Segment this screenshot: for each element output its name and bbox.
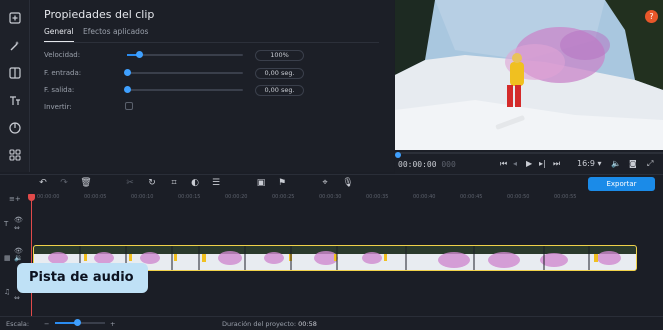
preview-scrubber[interactable]	[395, 152, 663, 158]
import-icon[interactable]	[5, 8, 25, 28]
filters-icon[interactable]	[5, 118, 25, 138]
add-track-icon[interactable]: ≡+	[9, 195, 21, 203]
speaker-icon[interactable]: 🔈	[611, 159, 621, 168]
speed-slider[interactable]	[127, 51, 243, 58]
aspect-ratio-select[interactable]: 16:9 ▾	[577, 159, 602, 168]
preview-frame-image	[395, 0, 663, 150]
eye-icon[interactable]: 👁	[14, 216, 23, 224]
audio-link-icon[interactable]: ⇔	[14, 294, 20, 302]
cut-icon[interactable]: ✂	[124, 178, 136, 188]
ruler-tick: 00:00:20	[225, 194, 248, 200]
video-editor-window: Propiedades del clip General Efectos apl…	[0, 0, 663, 330]
volume-icon[interactable]: ◂	[513, 159, 517, 168]
redo-icon[interactable]: ↷	[58, 178, 70, 188]
zoom-slider[interactable]	[55, 319, 105, 326]
ruler-tick: 00:00:35	[366, 194, 389, 200]
zoom-in-icon[interactable]: +	[110, 320, 115, 328]
ruler-tick: 00:00:25	[272, 194, 295, 200]
magic-wand-icon[interactable]	[5, 36, 25, 56]
timeline-ruler[interactable]: 00:00:00 00:00:05 00:00:10 00:00:15 00:0…	[31, 194, 663, 204]
audio-track-tooltip: Pista de audio	[17, 263, 148, 293]
ruler-tick: 00:00:10	[131, 194, 154, 200]
scale-label: Escala:	[6, 320, 30, 328]
video-preview: ?	[395, 0, 663, 150]
invert-label: Invertir:	[44, 103, 72, 111]
video-track-icon: ▦	[4, 254, 11, 262]
timeline-toolbar: ↶ ↷ 🗑 ✂ ↻ ⌗ ◐ ☰ ▣ ⚑ ⌖ 🎙	[0, 174, 663, 192]
text-track-icon: T	[4, 220, 9, 228]
marker-flag-icon[interactable]: ⚑	[276, 178, 288, 188]
fade-in-label: F. entrada:	[44, 69, 82, 77]
skip-forward-icon[interactable]: ⏭	[553, 159, 560, 169]
rotate-icon[interactable]: ↻	[146, 178, 158, 188]
fullscreen-icon[interactable]: ⤢	[647, 159, 653, 169]
titles-icon[interactable]	[5, 91, 25, 111]
fade-in-value[interactable]: 0,00 seg.	[255, 68, 304, 79]
fade-out-slider-handle[interactable]	[124, 86, 131, 93]
ruler-tick: 00:00:15	[178, 194, 201, 200]
clip-properties-panel: Propiedades del clip General Efectos apl…	[31, 0, 394, 172]
speed-label: Velocidad:	[44, 51, 81, 59]
playhead-line	[31, 194, 32, 316]
play-icon[interactable]: ▶	[526, 159, 532, 168]
export-button[interactable]: Exportar	[588, 177, 655, 191]
playhead-handle[interactable]	[28, 194, 35, 201]
chevron-down-icon: ▾	[597, 159, 602, 168]
zoom-slider-handle[interactable]	[74, 319, 81, 326]
camera-icon[interactable]: ◙	[629, 159, 637, 168]
zoom-out-icon[interactable]: −	[44, 320, 49, 328]
crop-icon[interactable]: ⌗	[168, 178, 180, 188]
ruler-tick: 00:00:30	[319, 194, 342, 200]
more-tools-icon[interactable]	[5, 145, 25, 165]
help-button[interactable]: ?	[645, 10, 658, 23]
speed-value[interactable]: 100%	[255, 50, 304, 61]
properties-tabs: General Efectos aplicados	[44, 27, 379, 43]
overlay-icon[interactable]: ▣	[255, 178, 267, 188]
ruler-tick: 00:00:45	[460, 194, 483, 200]
bottom-bar: Escala: − + Duración del proyecto: 00:58	[0, 316, 663, 330]
ruler-tick: 00:00:05	[84, 194, 107, 200]
timecode: 00:00:00 000	[398, 160, 456, 169]
location-pin-icon[interactable]: ⌖	[319, 178, 331, 188]
ruler-tick: 00:00:00	[37, 194, 60, 200]
preview-scrubber-handle[interactable]	[395, 152, 401, 158]
delete-icon[interactable]: 🗑	[80, 178, 92, 188]
fade-out-label: F. salida:	[44, 86, 75, 94]
clip-properties-icon[interactable]: ☰	[210, 178, 222, 188]
music-note-icon: ♫	[4, 288, 11, 296]
track-gutter: ≡+ T 👁 ⇔ 👁 ▦ 🔉 ♫ ⇔	[0, 192, 31, 316]
fade-in-slider[interactable]	[124, 69, 243, 76]
skip-back-icon[interactable]: ⏮	[500, 159, 507, 169]
player-controls: 00:00:00 000 ⏮ ◂ ▶ ▸| ⏭ 16:9 ▾ 🔈 ◙ ⤢	[395, 150, 663, 174]
fade-out-value[interactable]: 0,00 seg.	[255, 85, 304, 96]
left-toolbar	[0, 0, 30, 172]
tab-general[interactable]: General	[44, 27, 74, 42]
ruler-tick: 00:00:55	[554, 194, 577, 200]
panel-title: Propiedades del clip	[44, 8, 155, 21]
tab-applied-effects[interactable]: Efectos aplicados	[83, 27, 148, 36]
link-icon[interactable]: ⇔	[14, 224, 20, 232]
fade-in-slider-handle[interactable]	[124, 69, 131, 76]
color-adjust-icon[interactable]: ◐	[189, 178, 201, 188]
project-duration: Duración del proyecto: 00:58	[222, 320, 317, 328]
fade-out-slider[interactable]	[124, 86, 243, 93]
next-frame-icon[interactable]: ▸|	[539, 159, 546, 168]
microphone-icon[interactable]: 🎙	[342, 178, 354, 188]
undo-icon[interactable]: ↶	[37, 178, 49, 188]
transitions-icon[interactable]	[5, 63, 25, 83]
speed-slider-handle[interactable]	[136, 51, 143, 58]
video-sound-icon[interactable]: 🔉	[14, 254, 23, 262]
invert-checkbox[interactable]	[125, 102, 133, 110]
ruler-tick: 00:00:50	[507, 194, 530, 200]
ruler-tick: 00:00:40	[413, 194, 436, 200]
